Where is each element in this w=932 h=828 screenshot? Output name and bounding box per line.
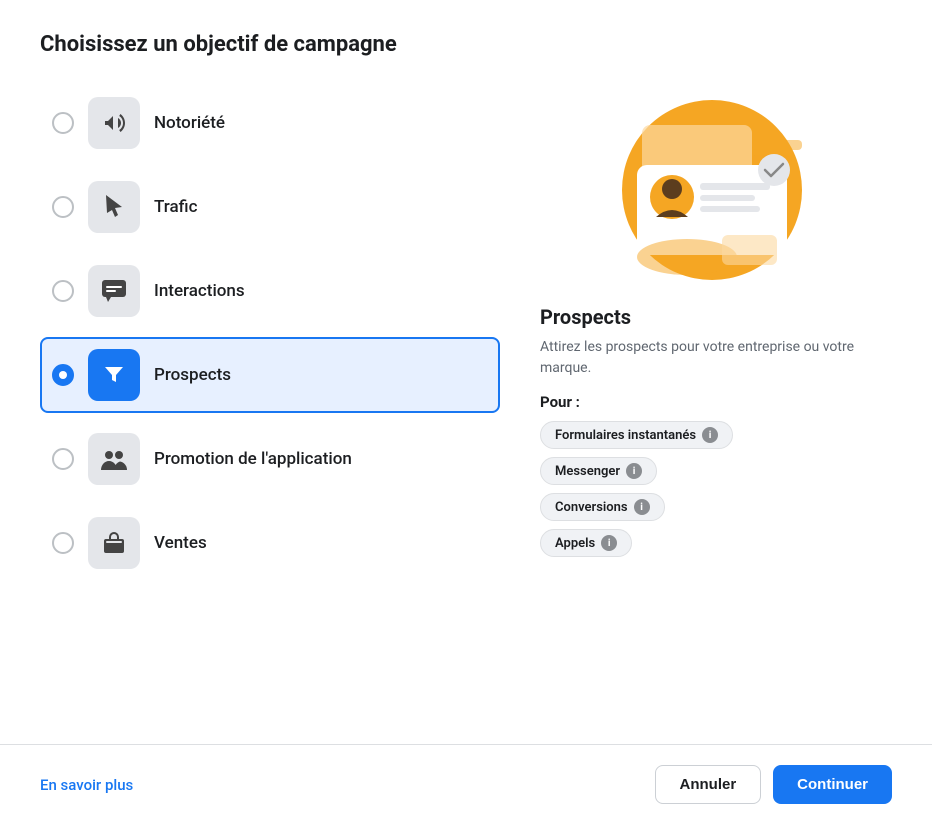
radio-trafic[interactable] [52,196,74,218]
label-ventes: Ventes [154,533,207,553]
option-notoriete[interactable]: Notoriété [40,85,500,161]
option-promotion[interactable]: Promotion de l'application [40,421,500,497]
megaphone-icon [102,111,126,135]
learn-more-link[interactable]: En savoir plus [40,776,133,794]
tag-conversions-label: Conversions [555,500,628,515]
radio-notoriete[interactable] [52,112,74,134]
option-interactions[interactable]: Interactions [40,253,500,329]
option-prospects[interactable]: Prospects [40,337,500,413]
detail-title: Prospects [540,305,880,329]
icon-box-prospects [88,349,140,401]
tag-messenger-label: Messenger [555,464,620,479]
radio-ventes[interactable] [52,532,74,554]
chat-icon [101,279,127,303]
tag-appels: Appels i [540,529,632,557]
tag-formulaires: Formulaires instantanés i [540,421,733,449]
info-icon-conversions[interactable]: i [634,499,650,515]
icon-box-ventes [88,517,140,569]
illustration [592,85,832,285]
modal-title: Choisissez un objectif de campagne [40,32,892,57]
footer-buttons: Annuler Continuer [655,765,893,804]
label-promotion: Promotion de l'application [154,449,352,469]
icon-box-promotion [88,433,140,485]
cancel-button[interactable]: Annuler [655,765,762,804]
label-interactions: Interactions [154,281,245,301]
label-notoriete: Notoriété [154,113,225,133]
footer: En savoir plus Annuler Continuer [0,744,932,828]
info-icon-messenger[interactable]: i [626,463,642,479]
detail-panel: Prospects Attirez les prospects pour vot… [532,85,892,720]
tag-messenger: Messenger i [540,457,657,485]
label-prospects: Prospects [154,365,231,385]
tags-list: Formulaires instantanés i Messenger i Co… [540,421,880,557]
detail-pour: Pour : [540,393,880,411]
detail-info: Prospects Attirez les prospects pour vot… [532,305,880,557]
tag-appels-label: Appels [555,536,595,551]
icon-box-trafic [88,181,140,233]
option-ventes[interactable]: Ventes [40,505,500,581]
label-trafic: Trafic [154,197,197,217]
continue-button[interactable]: Continuer [773,765,892,804]
option-trafic[interactable]: Trafic [40,169,500,245]
tag-conversions: Conversions i [540,493,665,521]
radio-interactions[interactable] [52,280,74,302]
info-icon-appels[interactable]: i [601,535,617,551]
icon-box-notoriete [88,97,140,149]
tag-formulaires-label: Formulaires instantanés [555,428,696,443]
radio-promotion[interactable] [52,448,74,470]
bag-icon [102,531,126,555]
info-icon-formulaires[interactable]: i [702,427,718,443]
options-list: Notoriété Trafic [40,85,500,720]
radio-prospects[interactable] [52,364,74,386]
funnel-icon [102,363,126,387]
users-icon [100,448,128,470]
detail-description: Attirez les prospects pour votre entrepr… [540,337,880,379]
cursor-icon [102,195,126,219]
icon-box-interactions [88,265,140,317]
